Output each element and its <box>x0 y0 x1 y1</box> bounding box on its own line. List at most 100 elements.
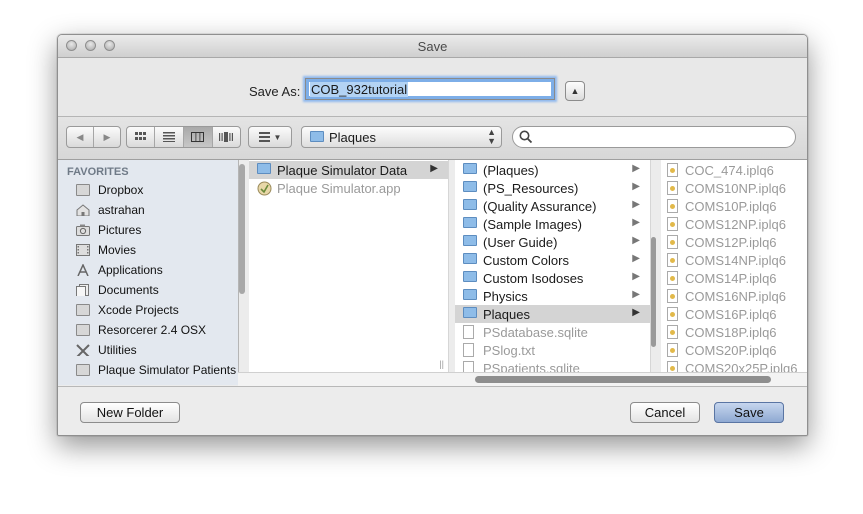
column2-item-label: (User Guide) <box>483 235 558 250</box>
list-item[interactable]: (Quality Assurance) ▶ <box>455 197 650 215</box>
sidebar-item-movies[interactable]: Movies <box>58 240 238 260</box>
sidebar-item-plaque-simulator-patients[interactable]: Plaque Simulator Patients <box>58 360 238 380</box>
document-icon <box>463 343 474 357</box>
sidebar-item-documents[interactable]: Documents <box>58 280 238 300</box>
chevron-right-icon: ▶ <box>632 217 640 228</box>
applications-icon <box>77 264 89 276</box>
forward-button[interactable]: ▶ <box>94 127 120 147</box>
folder-icon <box>463 253 477 264</box>
list-item[interactable]: Physics ▶ <box>455 287 650 305</box>
list-item[interactable]: COMS16P.iplq6 <box>661 305 807 323</box>
sidebar-item-label: Applications <box>98 263 163 277</box>
back-button[interactable]: ◀ <box>67 127 94 147</box>
list-item[interactable]: PSdatabase.sqlite <box>455 323 650 341</box>
save-button[interactable]: Save <box>714 402 784 423</box>
folder-icon <box>76 184 90 196</box>
sidebar-item-pictures[interactable]: Pictures <box>58 220 238 240</box>
column3-item-label: COMS14P.iplq6 <box>685 271 777 286</box>
folder-icon <box>463 217 477 228</box>
plaque-file-icon <box>667 343 678 357</box>
sidebar-item-label: Xcode Projects <box>98 303 179 317</box>
back-forward-control: ◀ ▶ <box>66 126 121 148</box>
browser-column-1: Plaque Simulator Data ▶ Plaque Simulator… <box>249 160 449 372</box>
sidebar-item-xcode-projects[interactable]: Xcode Projects <box>58 300 238 320</box>
list-item[interactable]: COMS14NP.iplq6 <box>661 251 807 269</box>
sidebar-item-resorcerer[interactable]: Resorcerer 2.4 OSX <box>58 320 238 340</box>
list-item[interactable]: COMS18P.iplq6 <box>661 323 807 341</box>
expand-dialog-button[interactable]: ▲ <box>565 81 585 101</box>
plaque-file-icon <box>667 307 678 321</box>
list-item[interactable]: COMS10P.iplq6 <box>661 197 807 215</box>
column3-item-label: COMS12NP.iplq6 <box>685 217 786 232</box>
list-item[interactable]: COMS14P.iplq6 <box>661 269 807 287</box>
list-item[interactable]: Plaque Simulator.app <box>249 179 448 197</box>
column2-item-label: PSpatients.sqlite <box>483 361 580 372</box>
search-field[interactable] <box>512 126 796 148</box>
camera-icon <box>76 224 90 236</box>
list-item[interactable]: COMS12P.iplq6 <box>661 233 807 251</box>
list-item[interactable]: (PS_Resources) ▶ <box>455 179 650 197</box>
sidebar-item-applications[interactable]: Applications <box>58 260 238 280</box>
list-item[interactable]: Custom Colors ▶ <box>455 251 650 269</box>
search-icon <box>519 130 533 144</box>
film-icon <box>76 244 90 256</box>
coverflow-view-button[interactable] <box>213 127 240 147</box>
list-item[interactable]: (User Guide) ▶ <box>455 233 650 251</box>
horizontal-scroll-thumb[interactable] <box>475 376 771 383</box>
sidebar-item-dropbox[interactable]: Dropbox <box>58 180 238 200</box>
list-item[interactable]: (Sample Images) ▶ <box>455 215 650 233</box>
folder-icon <box>463 271 477 282</box>
bottom-bar: New Folder Cancel Save <box>58 386 807 435</box>
list-item[interactable]: COMS12NP.iplq6 <box>661 215 807 233</box>
new-folder-button[interactable]: New Folder <box>80 402 180 423</box>
folder-icon <box>463 163 477 174</box>
back-arrow-icon: ◀ <box>76 131 84 142</box>
folder-icon <box>76 364 90 376</box>
save-as-label: Save As: <box>249 84 301 99</box>
home-icon <box>76 204 90 216</box>
save-dialog: Save Save As: COB_932tutorial ▲ ◀ ▶ ▼ Pl… <box>57 34 808 436</box>
column3-item-label: COC_474.iplq6 <box>685 163 774 178</box>
plaque-file-icon <box>667 253 678 267</box>
list-item[interactable]: (Plaques) ▶ <box>455 161 650 179</box>
list-icon <box>162 132 175 142</box>
list-item[interactable]: COMS20P.iplq6 <box>661 341 807 359</box>
list-item[interactable]: Plaques ▶ <box>455 305 650 323</box>
chevron-right-icon: ▶ <box>632 181 640 192</box>
plaque-file-icon <box>667 181 678 195</box>
column3-item-label: COMS20P.iplq6 <box>685 343 777 358</box>
list-item[interactable]: COMS10NP.iplq6 <box>661 179 807 197</box>
arrange-menu-button[interactable]: ▼ <box>248 126 292 148</box>
forward-arrow-icon: ▶ <box>103 131 111 142</box>
column-2-scrollbar[interactable] <box>651 237 656 347</box>
column2-item-label: PSdatabase.sqlite <box>483 325 588 340</box>
list-view-button[interactable] <box>155 127 184 147</box>
sidebar: FAVORITES Dropbox astrahan Pictures Movi… <box>58 160 239 385</box>
sidebar-item-label: Dropbox <box>98 183 144 197</box>
browser-column-3: COC_474.iplq6 COMS10NP.iplq6 COMS10P.iplq6… <box>661 160 807 372</box>
save-as-value: COB_932tutorial <box>310 82 409 97</box>
sidebar-item-home[interactable]: astrahan <box>58 200 238 220</box>
column2-item-label: Physics <box>483 289 528 304</box>
sidebar-item-utilities[interactable]: Utilities <box>58 340 238 360</box>
list-item[interactable]: Custom Isodoses ▶ <box>455 269 650 287</box>
horizontal-scrollbar[interactable] <box>238 372 807 386</box>
list-item[interactable]: PSpatients.sqlite <box>455 359 650 372</box>
icon-view-button[interactable] <box>127 127 156 147</box>
chevron-down-icon: ▼ <box>273 132 282 142</box>
list-item[interactable]: PSlog.txt <box>455 341 650 359</box>
column-resize-handle[interactable]: || <box>439 359 444 369</box>
list-item[interactable]: COMS20x25P.iplq6 <box>661 359 807 372</box>
cancel-button[interactable]: Cancel <box>630 402 700 423</box>
list-item[interactable]: COC_474.iplq6 <box>661 161 807 179</box>
list-item[interactable]: Plaque Simulator Data ▶ <box>249 161 448 179</box>
column-view-button[interactable] <box>183 127 213 147</box>
path-popup-label: Plaques <box>329 130 376 145</box>
path-popup[interactable]: Plaques ▲ ▼ <box>301 126 502 148</box>
list-item[interactable]: COMS16NP.iplq6 <box>661 287 807 305</box>
columns-icon <box>191 132 205 142</box>
column2-item-label: (Sample Images) <box>483 217 582 232</box>
column1-item-label: Plaque Simulator.app <box>277 181 401 196</box>
save-as-field[interactable]: COB_932tutorial <box>305 78 555 100</box>
sidebar-scrollbar[interactable] <box>239 164 245 294</box>
